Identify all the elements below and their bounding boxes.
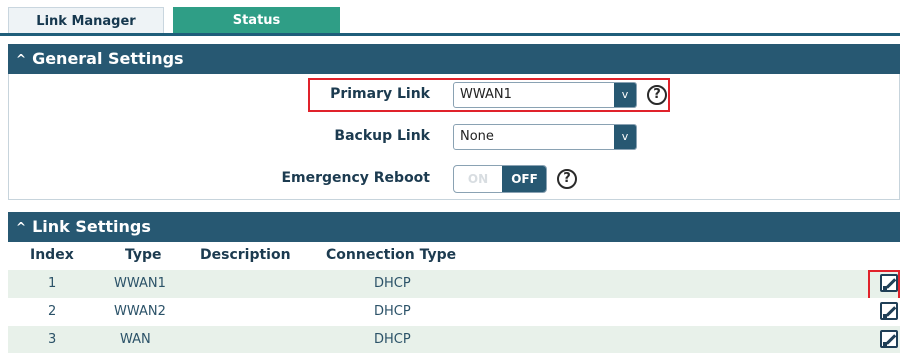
row-type: WWAN1 [114, 276, 166, 291]
row-type: WWAN2 [114, 304, 166, 319]
tab-link-manager[interactable]: Link Manager [8, 7, 164, 34]
table-row: 2 WWAN2 DHCP [8, 298, 900, 326]
chevron-up-icon: ^ [16, 52, 27, 66]
col-description: Description [200, 247, 291, 263]
edit-icon[interactable] [880, 302, 898, 320]
row-connection-type: DHCP [374, 304, 411, 319]
row-index: 3 [48, 332, 57, 347]
toggle-on-label: ON [467, 172, 489, 186]
tab-underline [0, 33, 900, 36]
col-index: Index [30, 247, 74, 263]
primary-link-highlight [308, 78, 670, 112]
chevron-up-icon: ^ [16, 220, 27, 234]
edit-highlight [868, 270, 900, 300]
toggle-off-label: OFF [502, 166, 546, 192]
link-table-header: Index Type Description Connection Type [8, 242, 900, 268]
backup-link-select[interactable]: None v [453, 124, 637, 150]
general-settings-title: General Settings [32, 49, 184, 68]
backup-link-value: None [460, 129, 494, 144]
tab-status[interactable]: Status [173, 7, 340, 34]
row-index: 1 [48, 276, 57, 291]
link-settings-title: Link Settings [32, 217, 151, 236]
emergency-reboot-label: Emergency Reboot [281, 170, 430, 186]
col-type: Type [125, 247, 162, 263]
tab-bar: Link Manager Status [0, 0, 900, 36]
row-type: WAN [120, 332, 151, 347]
backup-link-label: Backup Link [334, 128, 430, 144]
edit-icon[interactable] [880, 330, 898, 348]
row-connection-type: DHCP [374, 276, 411, 291]
emergency-reboot-toggle[interactable]: ON OFF [453, 165, 547, 193]
general-settings-header[interactable]: ^ General Settings [8, 44, 900, 74]
link-settings-header[interactable]: ^ Link Settings [8, 212, 900, 242]
table-row: 1 WWAN1 DHCP [8, 270, 900, 298]
table-row: 3 WAN DHCP [8, 326, 900, 353]
chevron-down-icon: v [614, 125, 636, 149]
col-connection-type: Connection Type [326, 247, 457, 263]
emergency-reboot-help-icon[interactable]: ? [557, 169, 577, 189]
row-index: 2 [48, 304, 57, 319]
row-connection-type: DHCP [374, 332, 411, 347]
